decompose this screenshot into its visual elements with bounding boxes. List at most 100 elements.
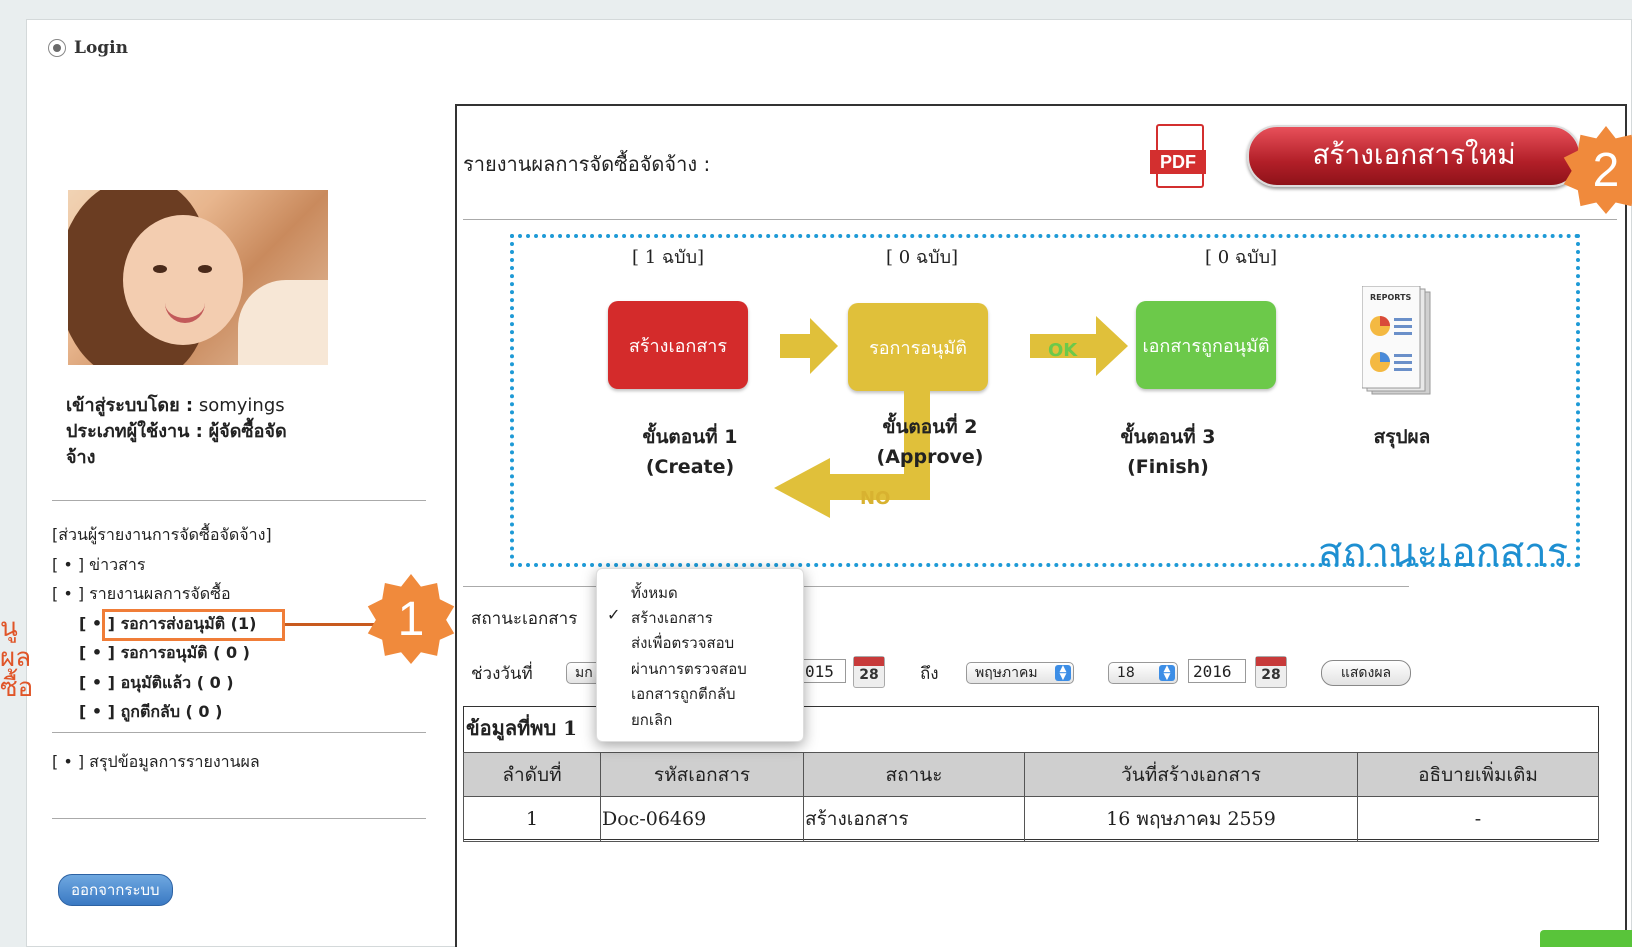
dropdown-option-cancel[interactable]: ยกเลิก <box>631 708 672 732</box>
table-header-row: ลำดับที่ รหัสเอกสาร สถานะ วันที่สร้างเอก… <box>463 752 1599 797</box>
col-description[interactable]: อธิบายเพิ่มเติม <box>1357 752 1599 797</box>
user-type-value: ผู้จัดซื้อจัด <box>208 421 287 442</box>
username: somyings <box>198 395 285 416</box>
calendar-day: 28 <box>1261 667 1281 683</box>
reports-icon-text: REPORTS <box>1370 293 1412 302</box>
menu-item-news[interactable]: [ • ] ข่าวสาร <box>52 550 272 580</box>
step-1-count: [ 1 ฉบับ] <box>632 247 705 268</box>
to-day-value: 18 <box>1117 665 1135 681</box>
arrow-right-icon <box>780 318 838 374</box>
show-results-button[interactable]: แสดงผล <box>1321 660 1411 686</box>
step-2-title: ขั้นตอนที่ 2 <box>882 416 978 438</box>
login-header[interactable]: Login <box>48 38 128 58</box>
step-3-sub: (Finish) <box>1127 456 1209 478</box>
callout-1-number: 1 <box>397 592 425 646</box>
col-status[interactable]: สถานะ <box>803 752 1025 797</box>
step-finish-box: เอกสารถูกอนุมัติ <box>1136 301 1276 389</box>
results-table: ลำดับที่ รหัสเอกสาร สถานะ วันที่สร้างเอก… <box>463 752 1599 842</box>
dropdown-option-rejected[interactable]: เอกสารถูกตีกลับ <box>631 682 736 706</box>
step-1-title: ขั้นตอนที่ 1 <box>642 426 738 448</box>
dropdown-option-sent[interactable]: ส่งเพื่อตรวจสอบ <box>631 631 734 655</box>
to-year-input[interactable]: 2016 <box>1188 659 1246 683</box>
summary-label: สรุปผล <box>1373 426 1431 448</box>
status-caption: สถานะเอกสาร <box>1318 531 1569 575</box>
from-year-input[interactable]: 015 <box>800 659 846 683</box>
col-created-date[interactable]: วันที่สร้างเอกสาร <box>1024 752 1358 797</box>
user-type-value-cont: จ้าง <box>66 447 96 468</box>
menu-item-pending-approve[interactable]: [ • ] รอการอนุมัติ ( 0 ) <box>52 638 272 668</box>
step-3-count: [ 0 ฉบับ] <box>1205 247 1278 268</box>
date-range-label: ช่วงวันที่ <box>471 664 533 684</box>
reports-icon: REPORTS <box>1362 286 1431 395</box>
user-info: เข้าสู่ระบบโดย : somyings ประเภทผู้ใช้งา… <box>66 393 316 471</box>
dropdown-option-create[interactable]: สร้างเอกสาร <box>631 606 713 630</box>
step-approve-box: รอการอนุมัติ <box>848 303 988 391</box>
cut-off-annotation: นู ผล ซื้อ <box>0 612 33 702</box>
table-row[interactable]: 1 Doc-06469 สร้างเอกสาร 16 พฤษภาคม 2559 … <box>463 796 1599 842</box>
step-create-box: สร้างเอกสาร <box>608 301 748 389</box>
arrow-ok-icon <box>1030 316 1128 376</box>
cut-line-1: นู <box>0 612 18 642</box>
to-month-value: พฤษภาคม <box>975 665 1038 681</box>
step-3-label: ขั้นตอนที่ 3 (Finish) <box>1098 422 1238 482</box>
to-month-select[interactable]: พฤษภาคม ▲ ▼ <box>966 662 1074 684</box>
login-by-label: เข้าสู่ระบบโดย : <box>66 395 194 416</box>
menu-item-summary[interactable]: [ • ] สรุปข้อมูลการรายงานผล <box>52 747 260 777</box>
step-1-label: ขั้นตอนที่ 1 (Create) <box>620 422 760 482</box>
step-3-title: ขั้นตอนที่ 3 <box>1120 426 1216 448</box>
cell-doc-id[interactable]: Doc-06469 <box>600 796 804 842</box>
menu-item-approved-label: [ • ] อนุมัติแล้ว ( 0 ) <box>79 672 234 692</box>
menu-summary-wrap: [ • ] สรุปข้อมูลการรายงานผล <box>52 747 260 777</box>
cell-order: 1 <box>463 796 601 842</box>
cell-created-date: 16 พฤษภาคม 2559 <box>1024 796 1358 842</box>
menu-item-approved[interactable]: [ • ] อนุมัติแล้ว ( 0 ) <box>52 668 272 698</box>
step-2-count: [ 0 ฉบับ] <box>886 247 959 268</box>
user-avatar <box>68 190 328 365</box>
check-icon: ✓ <box>607 605 621 624</box>
divider <box>52 500 426 501</box>
divider <box>52 732 426 733</box>
callout-2-number: 2 <box>1592 143 1620 197</box>
divider <box>52 818 426 819</box>
menu-item-rejected[interactable]: [ • ] ถูกตีกลับ ( 0 ) <box>52 697 272 727</box>
step-2-label: ขั้นตอนที่ 2 (Approve) <box>860 412 1000 472</box>
highlight-box <box>102 609 285 641</box>
col-doc-id[interactable]: รหัสเอกสาร <box>600 752 804 797</box>
step-2-sub: (Approve) <box>876 446 984 468</box>
col-order[interactable]: ลำดับที่ <box>463 752 601 797</box>
calendar-icon[interactable]: 28 <box>853 656 885 688</box>
pdf-label: PDF <box>1150 150 1206 174</box>
new-document-button[interactable]: สร้างเอกสารใหม่ <box>1247 125 1581 187</box>
cell-status: สร้างเอกสาร <box>803 796 1025 842</box>
menu-section-title: [ส่วนผู้รายงานการจัดซื้อจัดจ้าง] <box>52 525 272 544</box>
radio-bullet-icon <box>48 39 66 57</box>
to-label: ถึง <box>920 664 939 684</box>
dropdown-option-all[interactable]: ทั้งหมด <box>631 581 678 605</box>
calendar-icon[interactable]: 28 <box>1255 656 1287 688</box>
select-arrows-icon: ▲ ▼ <box>1159 665 1175 682</box>
login-label: Login <box>74 38 128 58</box>
no-label: NO <box>860 488 891 509</box>
callout-line <box>285 623 375 626</box>
status-filter-label: สถานะเอกสาร <box>471 609 578 629</box>
select-arrows-icon: ▲ ▼ <box>1055 665 1071 682</box>
divider <box>463 219 1617 220</box>
status-dropdown-menu[interactable]: ทั้งหมด ✓ สร้างเอกสาร ส่งเพื่อตรวจสอบ ผ่… <box>596 568 804 742</box>
step-1-sub: (Create) <box>645 456 735 478</box>
cell-description: - <box>1357 796 1599 842</box>
cut-line-3: ซื้อ <box>0 672 34 702</box>
to-day-select[interactable]: 18 ▲ ▼ <box>1108 662 1178 684</box>
corner-button[interactable] <box>1540 930 1632 947</box>
logout-button[interactable]: ออกจากระบบ <box>58 874 173 906</box>
menu-item-rejected-label: [ • ] ถูกตีกลับ ( 0 ) <box>79 702 223 721</box>
dropdown-option-passed[interactable]: ผ่านการตรวจสอบ <box>631 657 747 681</box>
results-count: ข้อมูลที่พบ 1 <box>466 716 578 740</box>
menu-item-report[interactable]: [ • ] รายงานผลการจัดซื้อ <box>52 579 272 609</box>
calendar-day: 28 <box>859 667 879 683</box>
cut-line-2: ผล <box>0 642 32 672</box>
status-workflow-box <box>510 234 1580 567</box>
ok-label: OK <box>1048 340 1078 361</box>
page-title: รายงานผลการจัดซื้อจัดจ้าง : <box>463 152 711 176</box>
menu-item-pending-approve-label: [ • ] รอการอนุมัติ ( 0 ) <box>79 643 250 662</box>
pdf-icon[interactable]: PDF <box>1150 124 1208 192</box>
